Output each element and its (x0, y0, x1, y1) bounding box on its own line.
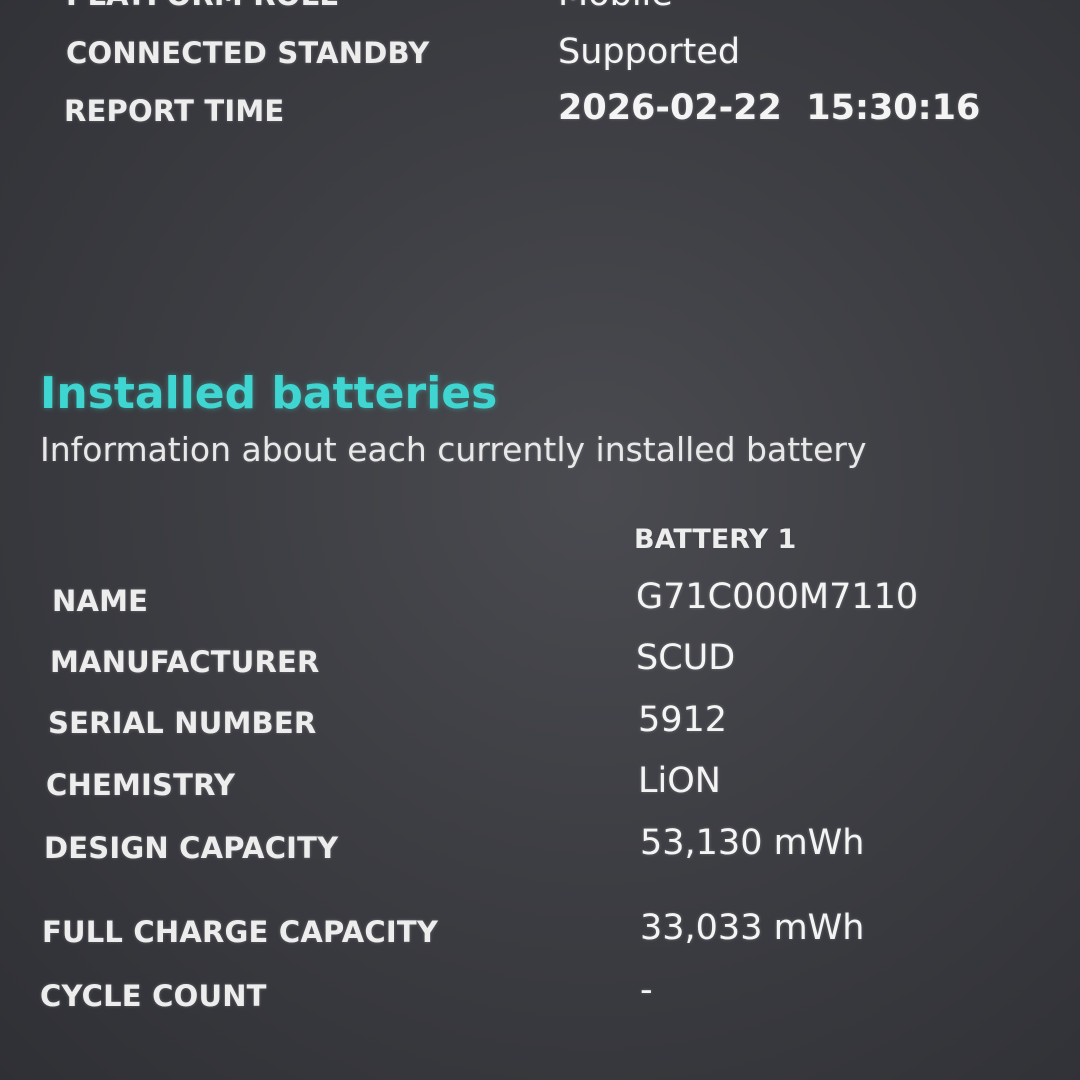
report-time-value: 2026-02-22 15:30:16 (558, 88, 981, 128)
cycle-count-label: CYCLE COUNT (40, 979, 267, 1013)
manufacturer-label: MANUFACTURER (50, 645, 320, 679)
battery-column-header: BATTERY 1 (634, 524, 797, 555)
battery-name-value: G71C000M7110 (636, 577, 919, 617)
serial-number-value: 5912 (638, 700, 728, 740)
report-time-label: REPORT TIME (64, 94, 285, 128)
full-charge-capacity-value: 33,033 mWh (640, 908, 865, 948)
platform-role-label: PLATFORM ROLE (66, 0, 339, 12)
serial-number-label: SERIAL NUMBER (48, 706, 317, 740)
cycle-count-value: - (640, 970, 653, 1010)
full-charge-capacity-label: FULL CHARGE CAPACITY (42, 915, 439, 949)
chemistry-value: LiON (638, 761, 721, 801)
connected-standby-label: CONNECTED STANDBY (66, 36, 430, 70)
section-subtitle: Information about each currently install… (40, 430, 867, 469)
battery-name-label: NAME (52, 584, 149, 618)
design-capacity-value: 53,130 mWh (640, 823, 865, 863)
connected-standby-value: Supported (558, 32, 741, 72)
manufacturer-value: SCUD (636, 638, 736, 678)
chemistry-label: CHEMISTRY (46, 768, 236, 802)
platform-role-value: Mobile (558, 0, 673, 14)
section-title: Installed batteries (40, 368, 498, 419)
design-capacity-label: DESIGN CAPACITY (44, 831, 339, 865)
